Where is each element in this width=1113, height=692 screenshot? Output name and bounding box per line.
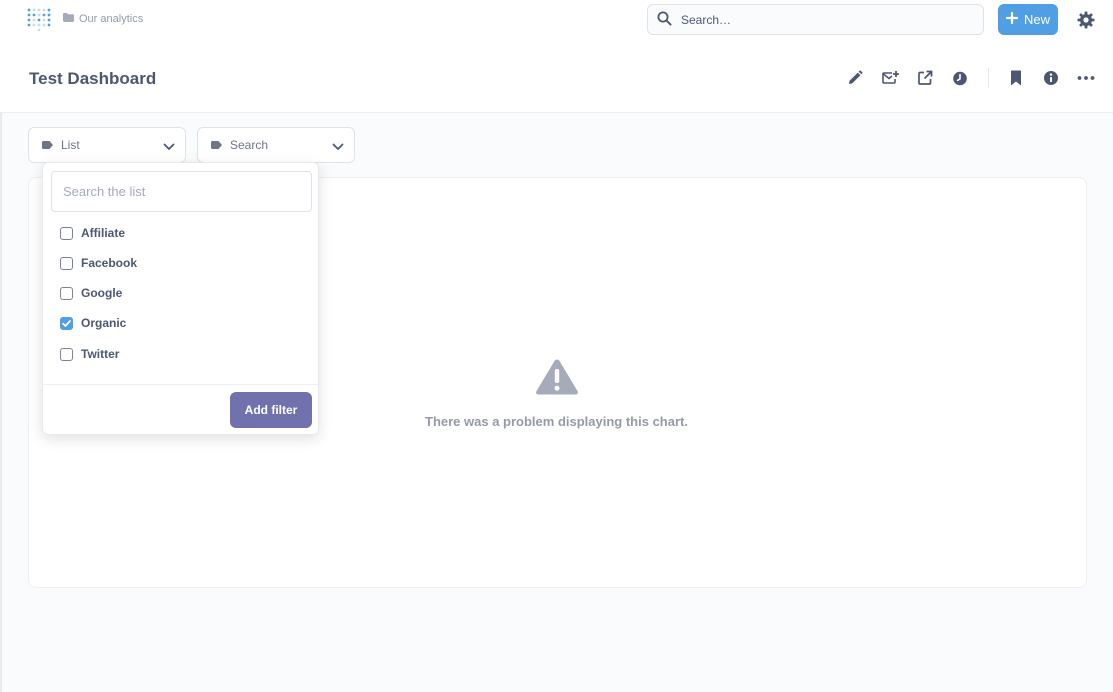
plus-icon [1005,11,1019,27]
filter-search[interactable]: Search [197,127,355,163]
page-title[interactable]: Test Dashboard [29,69,156,89]
option-organic[interactable]: Organic [60,314,126,332]
tag-icon [42,138,53,152]
option-label: Organic [81,316,127,330]
option-label: Google [81,286,123,300]
info-icon[interactable] [1042,69,1060,87]
option-label: Affiliate [81,226,126,240]
checkbox-checked[interactable] [60,316,73,330]
filter-popover: Affiliate Facebook Google Organic Twitte… [42,162,319,435]
error-message: There was a problem displaying this char… [425,414,688,429]
option-twitter[interactable]: Twitter [60,345,119,363]
folder-icon [63,13,74,25]
option-google[interactable]: Google [60,284,122,302]
option-label: Twitter [81,347,120,361]
subscription-icon[interactable] [881,69,899,87]
tag-icon [211,138,222,152]
header-divider [988,68,989,88]
dashboard-header: Test Dashboard [0,40,1113,113]
new-button-label: New [1023,12,1050,27]
filter-list-label: List [61,138,80,152]
gear-icon[interactable] [1077,11,1095,29]
breadcrumb[interactable]: Our analytics [63,11,143,27]
ellipsis-icon[interactable] [1077,69,1095,87]
global-search[interactable]: Search… [647,4,984,35]
list-search-input[interactable] [51,171,312,212]
option-label: Facebook [81,256,138,270]
checkbox[interactable] [60,347,73,361]
add-filter-button[interactable]: Add filter [230,392,312,428]
metabase-logo-icon[interactable] [27,6,51,32]
checkbox[interactable] [60,226,73,240]
checkbox[interactable] [60,256,73,270]
breadcrumb-label: Our analytics [79,13,144,25]
bookmark-icon[interactable] [1007,69,1025,87]
share-icon[interactable] [916,69,934,87]
top-nav: Our analytics Search… New [0,0,1113,40]
check-icon [62,319,71,327]
popover-divider [43,384,318,385]
filter-list[interactable]: List [28,127,186,163]
search-icon [657,11,672,29]
checkbox[interactable] [60,286,73,300]
search-label: Search… [681,12,732,27]
option-affiliate[interactable]: Affiliate [60,224,125,242]
history-icon[interactable] [951,69,969,87]
option-facebook[interactable]: Facebook [60,254,137,272]
chevron-down-icon [163,140,175,154]
new-button[interactable]: New [998,4,1058,35]
warning-icon [535,358,579,396]
filter-search-label: Search [230,138,269,152]
chevron-down-icon [332,140,344,154]
pencil-icon[interactable] [846,69,864,87]
